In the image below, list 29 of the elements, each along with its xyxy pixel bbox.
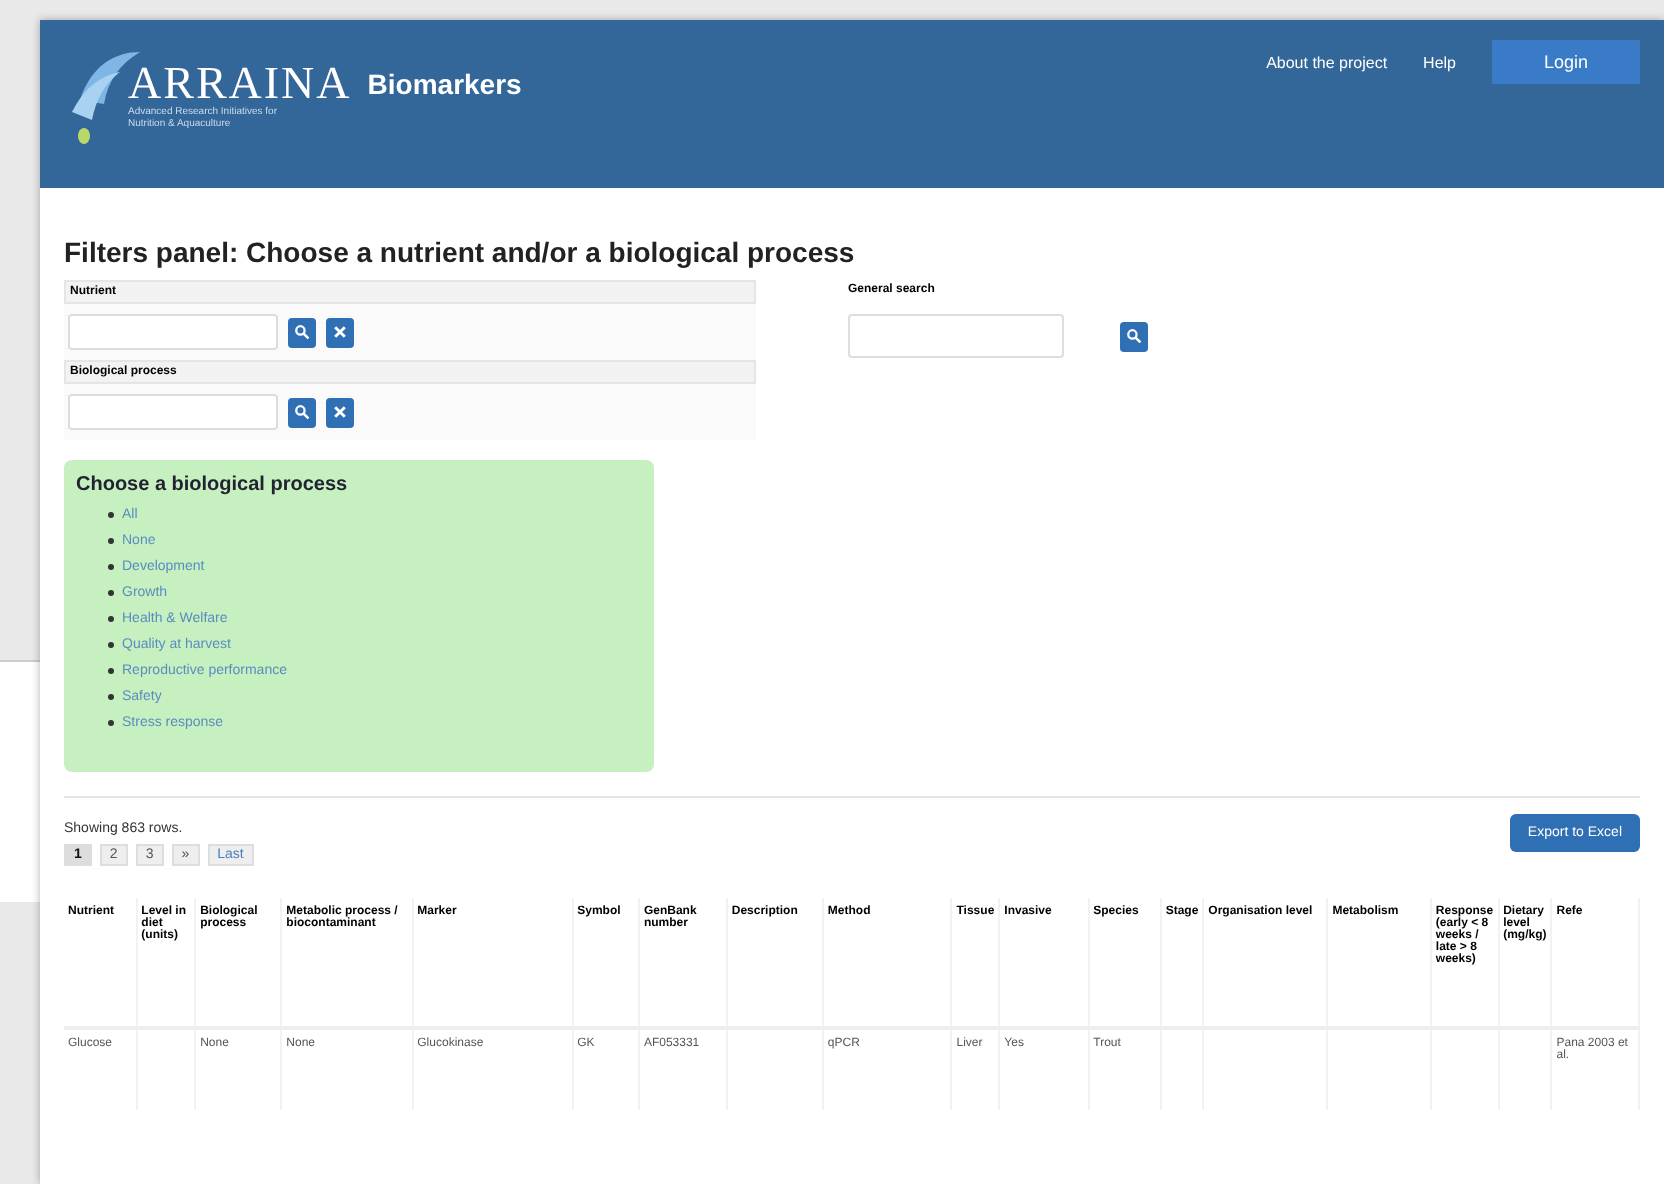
bullet-icon [108, 616, 114, 622]
nav-link[interactable]: Help [1423, 53, 1456, 71]
general-search-field[interactable] [848, 314, 1064, 358]
close-icon [332, 404, 348, 420]
filter-field[interactable] [68, 314, 278, 350]
clear-button[interactable] [326, 317, 354, 347]
search-icon [294, 404, 310, 420]
process-panel-title: Choose a biological process [76, 474, 350, 496]
login-button[interactable]: Login [1492, 40, 1640, 84]
logo-wordmark: ARRAINA [128, 59, 352, 105]
bullet-icon [108, 590, 114, 596]
bullet-icon [108, 720, 114, 726]
close-icon [332, 324, 348, 340]
bullet-icon [108, 642, 114, 648]
clear-button[interactable] [326, 397, 354, 427]
bullet-icon [108, 564, 114, 570]
search-icon [1126, 328, 1142, 344]
bullet-icon [108, 512, 114, 518]
filter-field[interactable] [68, 394, 278, 430]
search-button[interactable] [1120, 321, 1148, 351]
filters-title: Filters panel: Choose a nutrient and/or a biological process [64, 236, 857, 268]
search-button[interactable] [288, 317, 316, 347]
product-title: Biomarkers [367, 68, 522, 100]
bullet-icon [108, 538, 114, 544]
nav-link[interactable]: About the project [1266, 53, 1388, 71]
search-button[interactable] [288, 397, 316, 427]
bullet-icon [108, 694, 114, 700]
search-icon [294, 324, 310, 340]
bullet-icon [108, 668, 114, 674]
